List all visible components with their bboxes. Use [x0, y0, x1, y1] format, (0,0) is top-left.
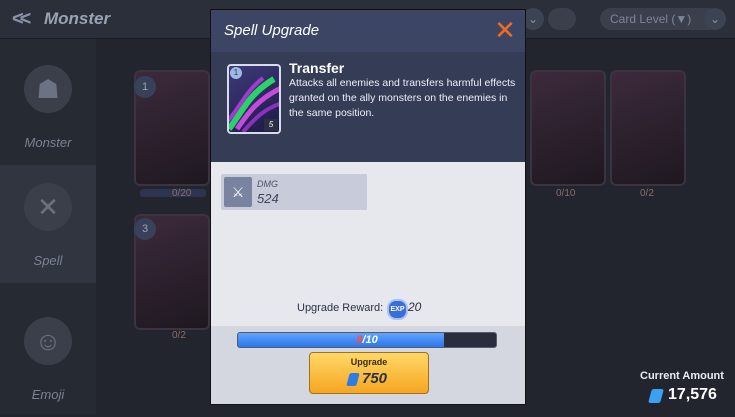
swords-icon: ⚔ — [224, 177, 252, 207]
card-progress-bar: 8/10 — [237, 332, 497, 348]
card-count: 0/2 — [640, 188, 654, 199]
sidebar-item-label: Emoji — [31, 387, 65, 402]
stat-value: 524 — [257, 191, 279, 206]
card-count: 0/10 — [556, 188, 576, 199]
currency-value: 17,576 — [668, 386, 717, 403]
spell-card-image: 1 5 — [227, 64, 281, 134]
filter-chip[interactable] — [548, 8, 576, 30]
card-count: 0/20 — [172, 188, 192, 199]
back-arrow-icon[interactable]: << — [12, 8, 31, 31]
modal-title: Spell Upgrade — [224, 22, 320, 39]
spell-level-badge: 1 — [230, 67, 242, 79]
sidebar: ☗ Monster ✕ Spell ☺ Emoji — [0, 39, 96, 414]
progress-total: /10 — [362, 334, 378, 346]
card-level-badge: 3 — [134, 218, 156, 240]
spell-info-panel: 1 5 Transfer Attacks all enemies and tra… — [211, 52, 525, 162]
upgrade-cost-value: 750 — [362, 370, 388, 387]
sidebar-item-label: Monster — [24, 135, 72, 150]
gem-icon — [346, 373, 360, 386]
sidebar-item-label: Spell — [33, 253, 63, 268]
reward-value: 20 — [408, 300, 422, 314]
spell-icon: ✕ — [24, 183, 72, 231]
card-count: 0/2 — [172, 330, 186, 341]
chevron-down-icon[interactable]: ⌄ — [522, 8, 544, 30]
monster-icon: ☗ — [24, 65, 72, 113]
modal-header: Spell Upgrade ✕ — [211, 10, 525, 52]
upgrade-label: Upgrade — [350, 357, 388, 367]
spell-description: Attacks all enemies and transfers harmfu… — [289, 77, 516, 119]
currency-label: Current Amount — [640, 370, 724, 382]
stat-label: DMG — [257, 179, 278, 189]
reward-label: Upgrade Reward: — [297, 302, 384, 314]
card-level-badge: 1 — [134, 76, 156, 98]
sidebar-item-spell[interactable]: ✕ Spell — [0, 165, 96, 283]
emoji-icon: ☺ — [24, 317, 72, 365]
exp-icon: EXP — [387, 299, 408, 320]
spell-name: Transfer — [289, 60, 345, 76]
close-icon[interactable]: ✕ — [493, 17, 517, 43]
chevron-down-icon[interactable]: ⌄ — [704, 8, 726, 30]
upgrade-button[interactable]: Upgrade 750 — [309, 352, 429, 394]
spell-card[interactable] — [610, 70, 686, 186]
spell-cost-badge: 5 — [264, 119, 278, 131]
sidebar-item-emoji[interactable]: ☺ Emoji — [0, 299, 96, 417]
screen-title: Monster — [44, 9, 111, 28]
stat-box-dmg: ⚔ DMG 524 — [221, 174, 367, 210]
gem-icon — [648, 389, 664, 403]
spell-upgrade-modal: Spell Upgrade ✕ 1 5 Transfer Attacks all… — [211, 10, 525, 404]
spell-card[interactable] — [530, 70, 606, 186]
progress-text: 8/10 — [238, 333, 496, 347]
sort-dropdown[interactable]: Card Level (▼) — [600, 8, 720, 30]
sidebar-item-monster[interactable]: ☗ Monster — [0, 47, 96, 165]
